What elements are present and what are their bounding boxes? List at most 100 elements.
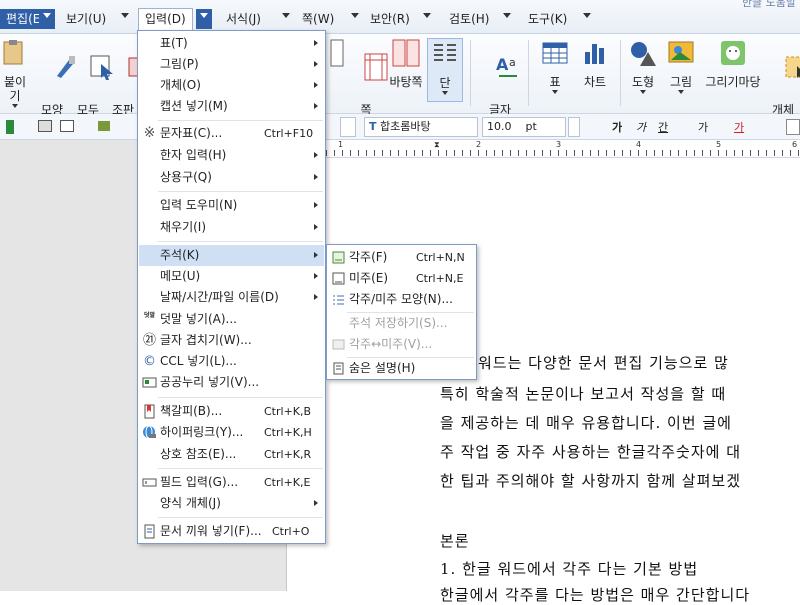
menu-item-cross-reference[interactable]: 상호 참조(E)... Ctrl+K,R <box>139 444 324 465</box>
chevron-down-icon[interactable] <box>583 13 591 18</box>
menu-divider <box>158 517 323 518</box>
drawing-board-label: 그리기마당 <box>705 75 761 89</box>
columns-button[interactable]: 단 <box>427 38 463 102</box>
menu-format[interactable]: 서식(J) <box>220 9 267 29</box>
font-color-button[interactable]: 가 <box>734 119 744 135</box>
object-select-icon <box>785 56 800 78</box>
menu-item-label: 책갈피(B)... <box>160 404 223 418</box>
font-select[interactable]: T 합초롬바탕 <box>364 117 478 137</box>
doc-line: 한글에서 각주를 다는 방법은 매우 간단합니다 <box>440 586 751 604</box>
menu-review[interactable]: 검토(H) <box>443 9 495 29</box>
menu-item-hyperlink[interactable]: 하이퍼링크(Y)... Ctrl+K,H <box>139 422 324 443</box>
menu-view[interactable]: 보기(U) <box>60 9 112 29</box>
background-page-button[interactable]: 바탕쪽 <box>386 38 426 89</box>
submenu-item-note-shape[interactable]: 각주/미주 모양(N)... <box>328 289 475 310</box>
chevron-down-icon[interactable] <box>282 13 290 18</box>
menu-tools[interactable]: 도구(K) <box>522 9 573 29</box>
chevron-down-icon <box>552 90 558 94</box>
chevron-down-icon[interactable] <box>503 13 511 18</box>
svg-text:A: A <box>496 55 509 74</box>
menu-item-ruby[interactable]: 덧말 덧말 넣기(A)... <box>139 309 324 330</box>
undo-icon[interactable] <box>98 121 110 131</box>
menu-item-fill[interactable]: 채우기(I) <box>139 217 324 238</box>
menu-item-hanja[interactable]: 한자 입력(H) <box>139 145 324 166</box>
submenu-item-footnote[interactable]: 각주(F) Ctrl+N,N <box>328 247 475 268</box>
menu-item-input-helper[interactable]: 입력 도우미(N) <box>139 195 324 216</box>
font-size-stepper[interactable] <box>568 117 580 137</box>
submenu-arrow-icon <box>314 294 318 300</box>
picture-button[interactable]: 그림 <box>664 38 698 94</box>
submenu-item-save-notes[interactable]: 주석 저장하기(S)... <box>328 313 475 334</box>
insert-document-icon <box>144 524 155 539</box>
menu-item-caption[interactable]: 캡션 넣기(M) <box>139 96 324 117</box>
shape-label: 도형 <box>631 75 655 89</box>
menu-item-label: 양식 개체(J) <box>160 496 221 510</box>
submenu-arrow-icon <box>314 224 318 230</box>
ruler-cursor-marker[interactable]: ⧗ <box>434 140 440 150</box>
chevron-down-icon[interactable] <box>351 13 359 18</box>
columns-icon <box>434 44 456 61</box>
menu-divider <box>158 397 323 398</box>
ccl-icon: © <box>143 354 156 369</box>
menu-edit-dropdown[interactable] <box>39 9 55 29</box>
menu-item-bookmark[interactable]: 책갈피(B)... Ctrl+K,B <box>139 401 324 422</box>
menu-item-kogl[interactable]: 공공누리 넣기(V)... <box>139 372 324 393</box>
menu-item-overlap[interactable]: ㉑ 글자 겹치기(W)... <box>139 330 324 351</box>
menu-item-ccl[interactable]: © CCL 넣기(L)... <box>139 351 324 372</box>
doc-line: 을 제공하는 데 매우 유용합니다. 이번 글에 <box>440 414 732 432</box>
menu-item-label: 메모(U) <box>160 269 201 283</box>
font-name: 합초롬바탕 <box>380 120 431 133</box>
ruler-mark: 3 <box>556 140 562 149</box>
table-button[interactable]: 표 <box>538 38 572 94</box>
paste-button[interactable]: 붙이기 <box>0 38 30 108</box>
menubar: 편집(E) 보기(U) 입력(D) 서식(J) 쪽(W) 보안(R) 검토(H)… <box>0 0 800 34</box>
preview-icon[interactable] <box>60 120 74 132</box>
help-link[interactable]: 한글 도움말 <box>742 0 796 10</box>
menu-item-insert-document[interactable]: 문서 끼워 넣기(F)... Ctrl+O <box>139 521 324 542</box>
print-icon[interactable] <box>38 120 52 132</box>
strikethrough-button[interactable]: 가 <box>698 119 708 135</box>
menu-insert-dropdown[interactable] <box>196 9 212 29</box>
menu-item-date-time[interactable]: 날짜/시간/파일 이름(D) <box>139 287 324 308</box>
bookmark-icon <box>144 404 155 419</box>
menu-item-shortcut: Ctrl+K,R <box>264 448 312 461</box>
ruler-ticks <box>326 150 800 156</box>
chevron-down-icon[interactable] <box>121 13 129 18</box>
chevron-down-icon[interactable] <box>423 13 431 18</box>
format-toolbar: T 합초롬바탕 10.0 pt 가 가 간 가 가 <box>0 114 800 140</box>
style-dropdown[interactable] <box>340 117 356 137</box>
menu-item-table[interactable]: 표(T) <box>139 33 324 54</box>
align-icon[interactable] <box>786 119 800 135</box>
menu-item-autotext[interactable]: 상용구(Q) <box>139 167 324 188</box>
menu-item-picture[interactable]: 그림(P) <box>139 54 324 75</box>
menu-item-label: CCL 넣기(L)... <box>160 354 237 368</box>
drawing-board-button[interactable]: 그리기마당 <box>702 38 764 89</box>
menu-item-object[interactable]: 개체(O) <box>139 75 324 96</box>
submenu-item-convert-notes[interactable]: 각주↔미주(V)... <box>328 334 475 355</box>
menu-item-form-object[interactable]: 양식 개체(J) <box>139 493 324 514</box>
submenu-arrow-icon <box>314 174 318 180</box>
menu-item-memo[interactable]: 메모(U) <box>139 266 324 287</box>
menu-insert[interactable]: 입력(D) <box>138 8 193 30</box>
italic-button[interactable]: 가 <box>636 119 646 135</box>
chart-button[interactable]: 차트 <box>578 38 612 89</box>
shape-button[interactable]: 도형 <box>626 38 660 94</box>
columns-label: 단 <box>439 76 451 90</box>
menu-item-label: 한자 입력(H) <box>160 148 227 162</box>
submenu-arrow-icon <box>314 61 318 67</box>
ruler[interactable]: 1 ⧗ 2 3 4 5 6 <box>326 140 800 158</box>
menu-page[interactable]: 쪽(W) <box>296 9 340 29</box>
underline-button[interactable]: 간 <box>658 119 668 135</box>
menu-item-symbols[interactable]: ※ 문자표(C)... Ctrl+F10 <box>139 123 324 144</box>
font-size-select[interactable]: 10.0 pt <box>482 117 566 137</box>
page-icon-partial[interactable] <box>328 38 346 75</box>
menu-item-annotation[interactable]: 주석(K) <box>139 245 324 266</box>
menu-item-field-input[interactable]: 필드 입력(G)... Ctrl+K,E <box>139 472 324 493</box>
bold-button[interactable]: 가 <box>612 119 622 135</box>
style-marker-icon[interactable] <box>6 120 14 134</box>
globe-link-icon <box>143 425 156 439</box>
submenu-item-endnote[interactable]: 미주(E) Ctrl+N,E <box>328 268 475 289</box>
submenu-item-hidden-comment[interactable]: 숨은 설명(H) <box>328 358 475 379</box>
doc-line: 주 작업 중 자주 사용하는 한글각주숫자에 대 <box>440 443 742 461</box>
menu-security[interactable]: 보안(R) <box>364 9 416 29</box>
